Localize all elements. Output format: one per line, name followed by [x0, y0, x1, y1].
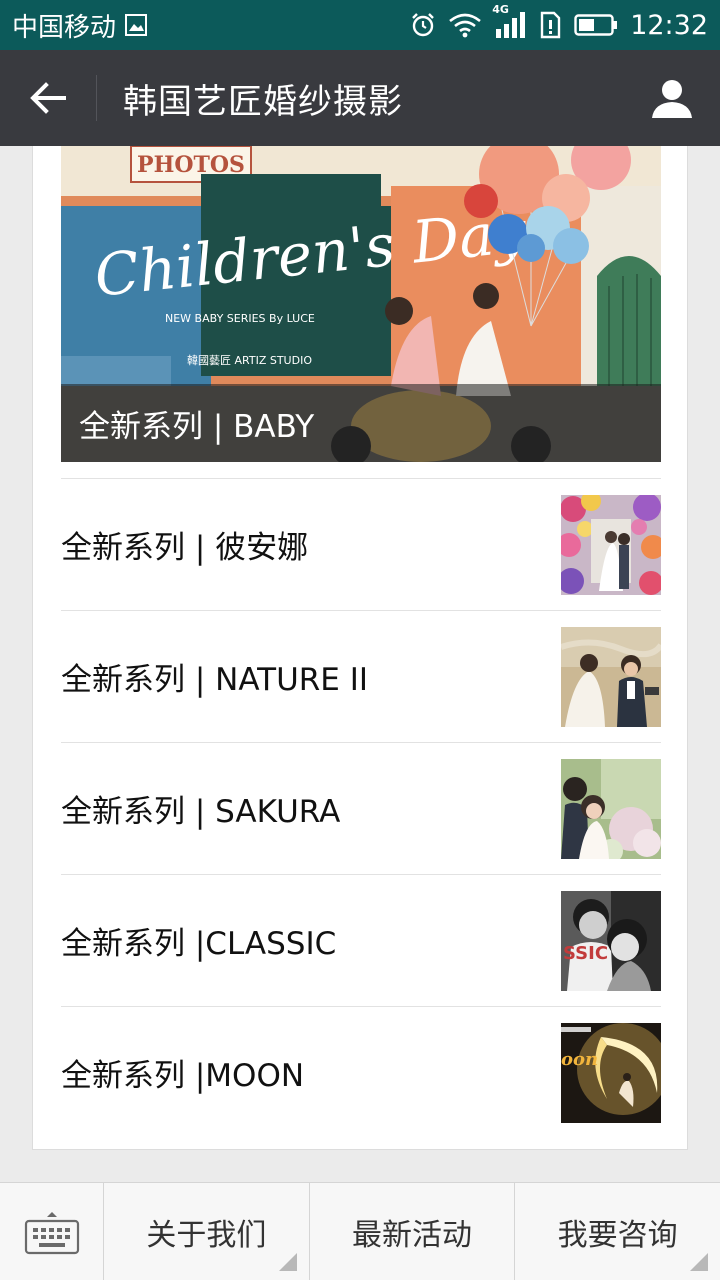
menu-about-us[interactable]: 关于我们 [104, 1183, 310, 1280]
clock: 12:32 [630, 9, 708, 41]
article-title: 全新系列 | SAKURA [61, 794, 341, 830]
bottom-menu: 关于我们 最新活动 我要咨询 [0, 1182, 720, 1280]
profile-button[interactable] [624, 50, 720, 146]
menu-consult[interactable]: 我要咨询 [515, 1183, 720, 1280]
battery-icon [574, 13, 618, 37]
hero-article[interactable]: PHOTOS Children's Day NEW BABY SERIES By… [61, 146, 661, 462]
carrier-name: 中国移动 [12, 12, 117, 43]
status-bar: 中国移动 4G 12:32 [0, 0, 720, 50]
article-card: PHOTOS Children's Day NEW BABY SERIES By… [32, 146, 688, 1150]
article-thumbnail [561, 626, 661, 727]
back-arrow-icon [30, 82, 66, 114]
cellular-signal-icon: 4G [492, 3, 526, 39]
back-button[interactable] [0, 50, 96, 146]
alarm-icon [410, 12, 436, 38]
menu-latest-events[interactable]: 最新活动 [310, 1183, 516, 1280]
keyboard-toggle-button[interactable] [0, 1183, 104, 1280]
list-item[interactable]: 全新系列 |CLASSIC SSIC [61, 874, 661, 1006]
menu-label: 关于我们 [146, 1218, 267, 1253]
wifi-icon [448, 12, 482, 38]
article-thumbnail: oon [561, 1022, 661, 1123]
svg-text:oon: oon [561, 1049, 598, 1070]
status-icons: 4G 12:32 [410, 3, 708, 41]
image-notification-icon [124, 13, 148, 37]
article-thumbnail: SSIC [561, 890, 661, 991]
submenu-indicator-icon [278, 1253, 297, 1271]
article-title: 全新系列 |CLASSIC [61, 926, 337, 962]
user-icon [652, 80, 692, 118]
hero-caption: 全新系列 | BABY [61, 384, 661, 462]
hero-studio-text: 韓國藝匠 ARTIZ STUDIO [187, 354, 312, 367]
article-title: 全新系列 | NATURE II [61, 662, 369, 698]
article-title: 全新系列 | 彼安娜 [61, 530, 309, 566]
article-title: 全新系列 |MOON [61, 1058, 305, 1094]
submenu-indicator-icon [690, 1253, 709, 1271]
list-item[interactable]: 全新系列 |MOON oon [61, 1006, 661, 1138]
article-list: 全新系列 | 彼安娜 全新系列 | NATURE II 全新系列 | SAKUR… [61, 478, 661, 1138]
menu-label: 我要咨询 [557, 1218, 678, 1253]
article-thumbnail [561, 494, 661, 595]
list-item[interactable]: 全新系列 | 彼安娜 [61, 478, 661, 610]
list-item[interactable]: 全新系列 | SAKURA [61, 742, 661, 874]
app-bar: 韩国艺匠婚纱摄影 [0, 50, 720, 146]
list-item[interactable]: 全新系列 | NATURE II [61, 610, 661, 742]
keyboard-icon [24, 1212, 79, 1255]
article-thumbnail [561, 758, 661, 859]
carrier-group: 中国移动 [12, 7, 148, 44]
sim-alert-icon [538, 11, 562, 39]
hero-poster-subtitle: NEW BABY SERIES By LUCE [165, 312, 315, 325]
page-title: 韩国艺匠婚纱摄影 [123, 81, 403, 122]
menu-label: 最新活动 [352, 1218, 472, 1253]
header-divider [96, 75, 97, 121]
svg-text:SSIC: SSIC [563, 943, 608, 964]
network-type: 4G [492, 3, 509, 16]
